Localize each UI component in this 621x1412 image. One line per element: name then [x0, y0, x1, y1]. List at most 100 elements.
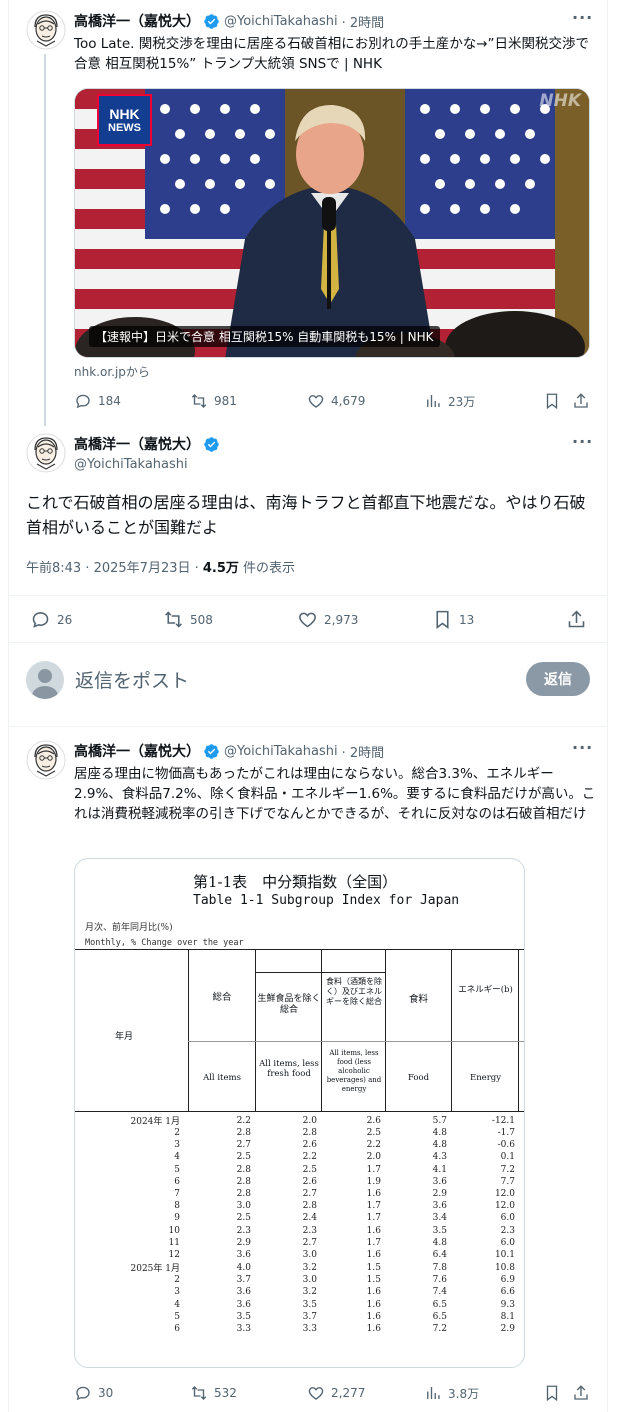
card-source[interactable]: nhk.or.jpから	[74, 363, 150, 380]
bookmark-button[interactable]	[543, 1384, 561, 1402]
bookmark-button[interactable]: 13	[432, 609, 474, 630]
col-header-en: All items, less fresh food	[259, 1059, 319, 1079]
reply-submit-button[interactable]: 返信	[526, 662, 590, 696]
table-cell: 3.6	[236, 1249, 251, 1260]
reply-count: 30	[98, 1386, 114, 1400]
row-label: 6	[174, 1323, 180, 1334]
post-datetime[interactable]: 午前8:43 · 2025年7月23日 ·	[26, 561, 203, 576]
row-label: 6	[174, 1176, 180, 1187]
table-cell: 1.6	[366, 1189, 381, 1200]
table-cell: 3.0	[302, 1275, 317, 1286]
my-avatar[interactable]	[26, 661, 64, 699]
tweet-meta: 午前8:43 · 2025年7月23日 · 4.5万 件の表示	[26, 557, 295, 576]
table-cell: 1.9	[366, 1176, 381, 1187]
more-options-button[interactable]: ···	[572, 432, 593, 451]
reply-button[interactable]: 184	[74, 392, 121, 410]
table-cell: 1.7	[366, 1237, 381, 1248]
table-row: 5 3.5 3.7 1.6 6.5 8.1	[75, 1311, 519, 1323]
table-cell: 2.3	[302, 1225, 317, 1236]
table-cell: 1.6	[366, 1287, 381, 1298]
table-cell: 1.7	[366, 1164, 381, 1175]
table-cell: 2.4	[302, 1213, 317, 1224]
table-cell: 1.6	[366, 1323, 381, 1334]
table-cell: 2.9	[432, 1189, 447, 1200]
table-cell: 2.7	[302, 1237, 317, 1248]
like-button[interactable]: 4,679	[307, 392, 365, 410]
handle[interactable]: @YoichiTakahashi	[224, 744, 338, 759]
row-label: 9	[174, 1213, 180, 1224]
more-options-button[interactable]: ···	[572, 8, 593, 27]
verified-badge-icon	[204, 13, 219, 29]
table-cell: 2.0	[302, 1115, 317, 1126]
repost-button[interactable]: 508	[163, 609, 213, 630]
col-header-jp: 総合	[212, 992, 232, 1003]
table-cell: 3.4	[432, 1213, 447, 1224]
analytics-icon	[427, 395, 440, 407]
reply-input[interactable]: 返信をポスト	[75, 666, 189, 693]
table-cell: 2.5	[366, 1128, 381, 1139]
like-button[interactable]: 2,973	[297, 609, 358, 630]
row-label: 2	[174, 1275, 180, 1286]
like-count: 2,973	[324, 612, 359, 627]
row-label: 2024年 1月	[130, 1117, 181, 1127]
table-cell: 10.8	[494, 1262, 515, 1273]
card-caption: 【速報中】日米で合意 相互関税15% 自動車関税も15% | NHK	[89, 326, 440, 347]
table-cell: 3.6	[236, 1299, 251, 1310]
table-cell: 2.8	[236, 1189, 251, 1200]
table-cell: 2.6	[302, 1140, 317, 1151]
bookmark-icon	[436, 610, 449, 629]
row-label: 5	[174, 1164, 180, 1175]
news-photo	[75, 89, 589, 357]
repost-button[interactable]: 981	[190, 392, 237, 410]
tweet-header: 高橋洋一（嘉悦大）	[74, 434, 220, 454]
table-cell: 3.3	[236, 1323, 251, 1334]
logo-bottom-text: NEWS	[108, 122, 141, 134]
row-label: 12	[168, 1249, 180, 1260]
avatar[interactable]	[26, 10, 66, 50]
bookmark-button[interactable]	[543, 392, 561, 410]
reply-button[interactable]: 26	[30, 609, 72, 630]
reply-icon	[76, 1386, 90, 1401]
table-cell: 9.3	[500, 1299, 515, 1310]
row-label: 2025年 1月	[130, 1264, 181, 1275]
table-cell: 7.6	[432, 1275, 447, 1286]
table-cell: 1.7	[366, 1213, 381, 1224]
table-cell: 8.1	[500, 1311, 515, 1322]
handle[interactable]: @YoichiTakahashi	[74, 457, 188, 472]
like-button[interactable]: 2,277	[307, 1384, 365, 1402]
display-name[interactable]: 高橋洋一（嘉悦大）	[74, 741, 200, 761]
table-row: 7 2.8 2.7 1.6 2.9 12.0	[75, 1188, 519, 1200]
nhk-news-logo: NHK NEWS	[97, 94, 152, 146]
share-button[interactable]	[566, 609, 587, 630]
table-note-en: Monthly, % Change over the year	[85, 938, 244, 948]
views-button[interactable]: 3.8万	[424, 1384, 479, 1402]
table-cell: 4.8	[432, 1237, 447, 1248]
table-cell: 3.7	[236, 1275, 251, 1286]
table-row: 4 3.6 3.5 1.6 6.5 9.3	[75, 1298, 519, 1310]
reply-button[interactable]: 30	[74, 1384, 113, 1402]
display-name[interactable]: 高橋洋一（嘉悦大）	[74, 434, 200, 454]
views-button[interactable]: 23万	[424, 392, 475, 410]
display-name[interactable]: 高橋洋一（嘉悦大）	[74, 11, 200, 31]
share-button[interactable]	[572, 1384, 590, 1402]
more-options-button[interactable]: ···	[572, 738, 593, 757]
cpi-table: 2024年 1月 2.2 2.0 2.6 5.7 -12.1 2 2.8 2.8 2.5 4.8 -1…	[75, 1114, 519, 1335]
attached-table-image[interactable]: 第1-1表 中分類指数（全国） Table 1-1 Subgroup Index…	[74, 858, 525, 1368]
year-month-header: 年月	[115, 1032, 134, 1042]
table-cell: 6.0	[500, 1213, 515, 1224]
table-row: 5 2.8 2.5 1.7 4.1 7.2	[75, 1164, 519, 1176]
table-cell: 2.8	[302, 1128, 317, 1139]
avatar[interactable]	[26, 433, 66, 473]
timestamp[interactable]: · 2時間	[342, 742, 385, 761]
share-button[interactable]	[572, 392, 590, 410]
timestamp[interactable]: · 2時間	[342, 12, 385, 31]
avatar[interactable]	[26, 740, 66, 780]
handle[interactable]: @YoichiTakahashi	[224, 14, 338, 29]
table-cell: 3.6	[236, 1287, 251, 1298]
table-cell: 3.2	[302, 1262, 317, 1273]
row-label: 4	[174, 1152, 180, 1163]
table-cell: 3.6	[432, 1176, 447, 1187]
link-card[interactable]: NHK NEWS NHK 【速報中】日米で合意 相互関税15% 自動車関税も15…	[74, 88, 590, 358]
repost-button[interactable]: 532	[190, 1384, 237, 1402]
table-cell: 4.8	[432, 1128, 447, 1139]
